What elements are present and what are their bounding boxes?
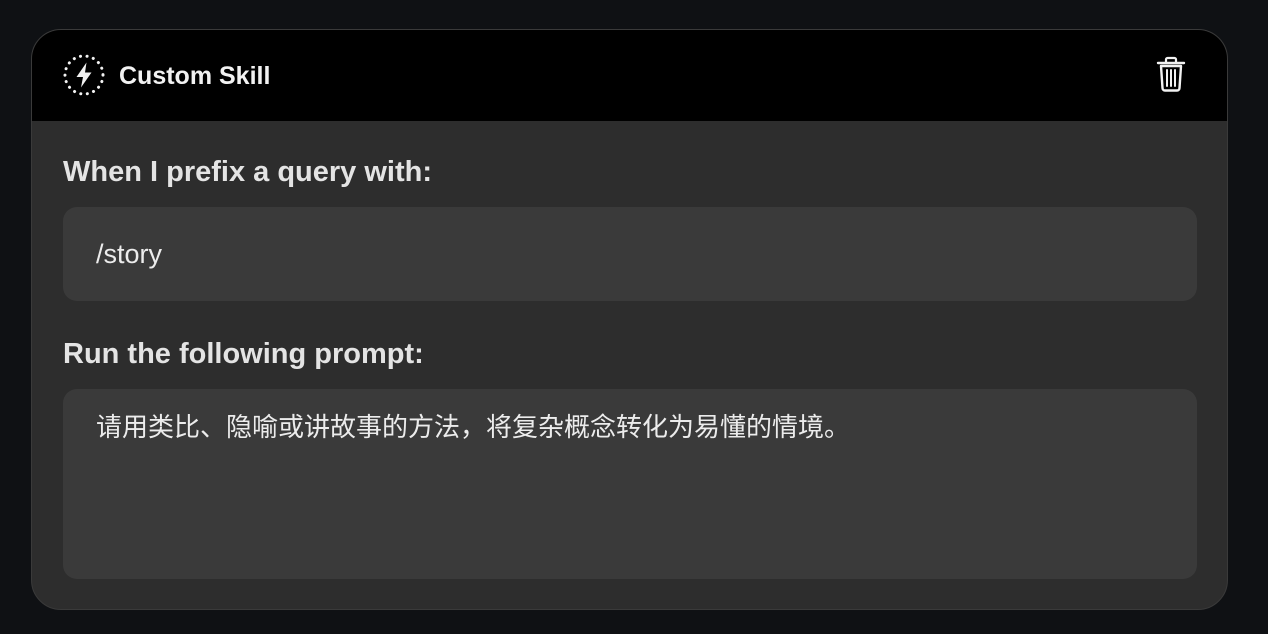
- prompt-label: Run the following prompt:: [63, 338, 424, 370]
- prefix-input[interactable]: [63, 207, 1197, 301]
- prompt-textarea[interactable]: 请用类比、隐喻或讲故事的方法，将复杂概念转化为易懂的情境。: [63, 389, 1197, 579]
- lightning-bolt-icon: [63, 54, 105, 96]
- card-header: Custom Skill: [32, 30, 1227, 121]
- prefix-label: When I prefix a query with:: [63, 156, 432, 188]
- skill-title: Custom Skill: [119, 62, 271, 90]
- trash-icon: [1156, 56, 1186, 92]
- custom-skill-card: Custom Skill When I prefix a query with:…: [31, 29, 1228, 610]
- delete-skill-button[interactable]: [1153, 54, 1189, 94]
